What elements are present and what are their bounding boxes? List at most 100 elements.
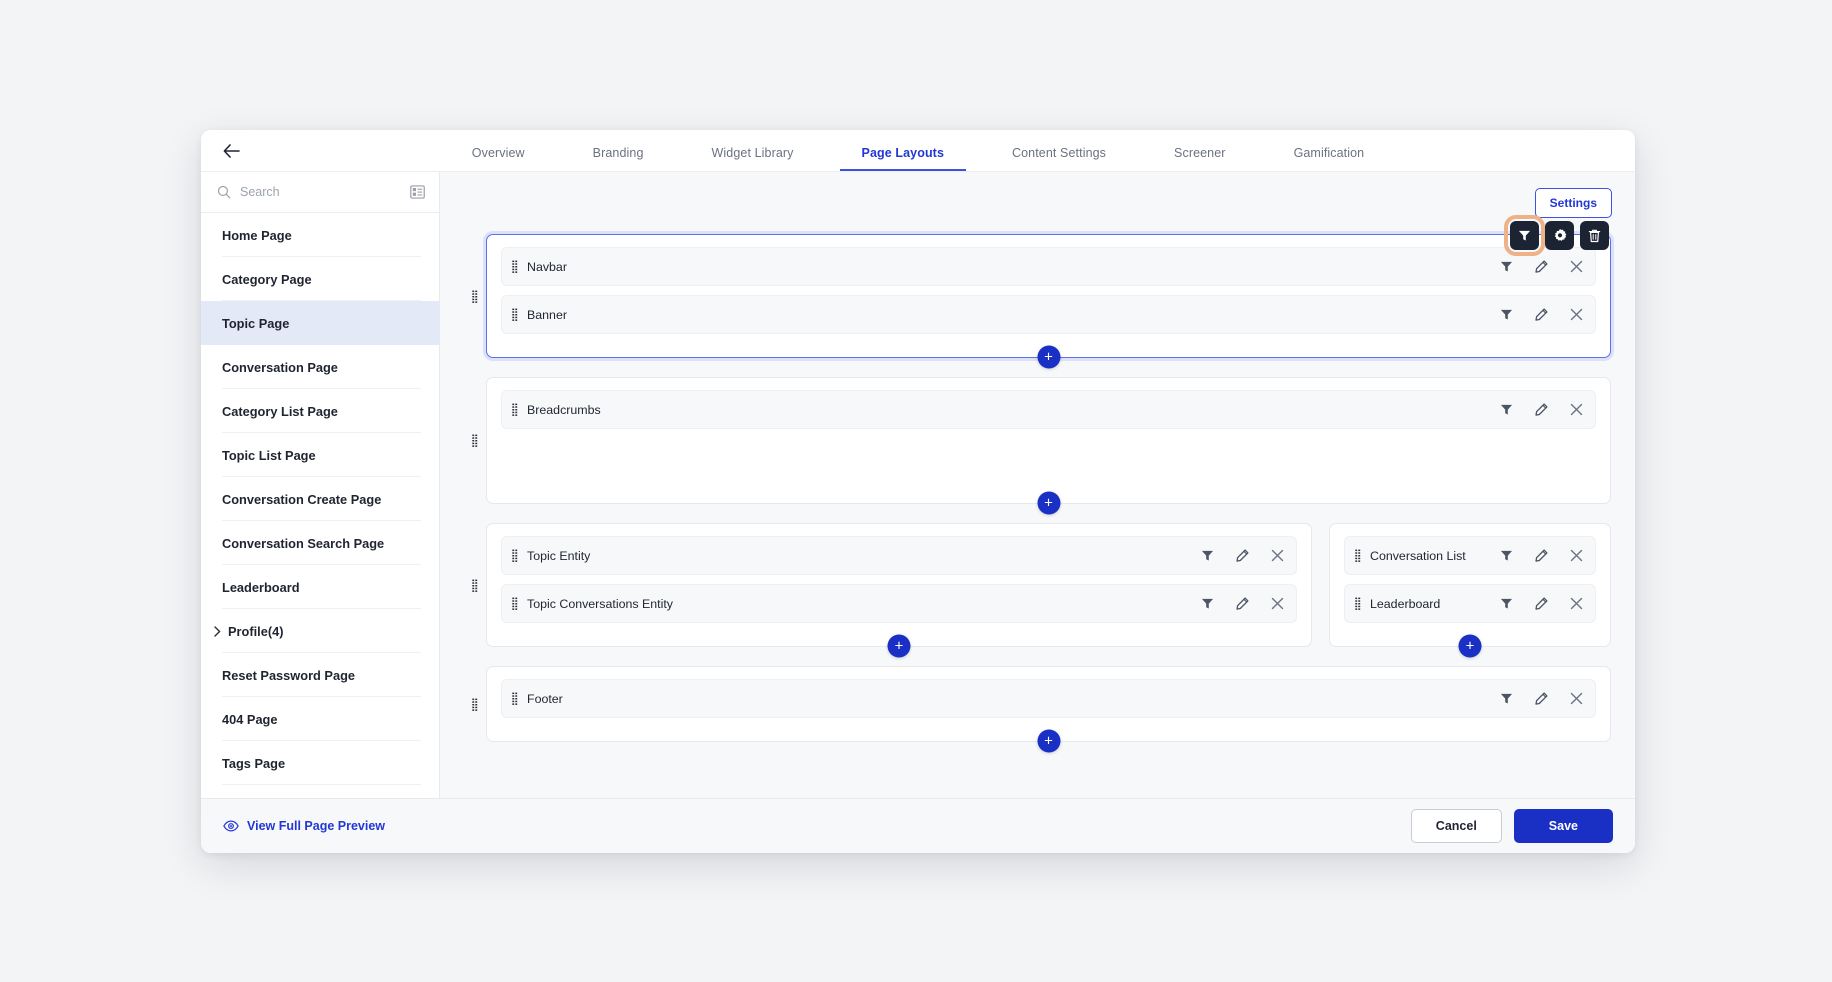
filter-button[interactable] — [1500, 403, 1513, 416]
widget-drag-handle[interactable] — [1355, 597, 1361, 610]
sidebar-item-conversation-create-page[interactable]: Conversation Create Page — [201, 477, 439, 521]
widget-drag-handle[interactable] — [512, 549, 518, 562]
settings-button[interactable]: Settings — [1534, 188, 1612, 218]
close-button[interactable] — [1570, 597, 1583, 610]
section-column[interactable]: Breadcrumbs + — [486, 377, 1611, 515]
sidebar-item-label: Tags Page — [222, 755, 286, 771]
widget-label: Banner — [527, 307, 567, 322]
tab-page-layouts[interactable]: Page Layouts — [839, 146, 967, 171]
filter-button[interactable] — [1500, 549, 1513, 562]
widget-row[interactable]: Breadcrumbs — [501, 390, 1596, 429]
sidebar-item-home-page[interactable]: Home Page — [201, 213, 439, 257]
widget-label: Topic Entity — [527, 548, 591, 563]
filter-button[interactable] — [1500, 260, 1513, 273]
chevron-right-icon[interactable] — [211, 625, 224, 637]
close-button[interactable] — [1570, 308, 1583, 321]
close-button[interactable] — [1570, 403, 1583, 416]
close-icon — [1570, 403, 1583, 416]
search-input[interactable] — [240, 185, 401, 199]
close-button[interactable] — [1570, 260, 1583, 273]
tab-branding[interactable]: Branding — [593, 146, 644, 171]
sidebar-item-404-page[interactable]: 404 Page — [201, 697, 439, 741]
filter-icon — [1500, 550, 1513, 561]
section-drag-handle[interactable] — [464, 234, 486, 358]
layout-panel-icon[interactable] — [410, 185, 425, 199]
widget-row[interactable]: Leaderboard — [1344, 584, 1596, 623]
pencil-button[interactable] — [1535, 260, 1548, 273]
filter-button[interactable] — [1201, 597, 1214, 610]
widget-drag-handle[interactable] — [1355, 549, 1361, 562]
filter-button[interactable] — [1500, 597, 1513, 610]
pencil-button[interactable] — [1535, 597, 1548, 610]
close-button[interactable] — [1271, 549, 1284, 562]
filter-icon-button[interactable] — [1504, 215, 1545, 256]
sidebar-item-category-list-page[interactable]: Category List Page — [201, 389, 439, 433]
sidebar-item-conversation-page[interactable]: Conversation Page — [201, 345, 439, 389]
tab-screener[interactable]: Screener — [1174, 146, 1226, 171]
section-column[interactable]: Conversation List Leaderboard + — [1329, 523, 1611, 658]
widget-row[interactable]: Footer — [501, 679, 1596, 718]
filter-button[interactable] — [1201, 549, 1214, 562]
sidebar-item-label: Conversation Search Page — [222, 535, 385, 551]
sidebar-item-topic-list-page[interactable]: Topic List Page — [201, 433, 439, 477]
sidebar-item-category-page[interactable]: Category Page — [201, 257, 439, 301]
back-button[interactable] — [211, 131, 251, 171]
sidebar-item-conversation-search-page[interactable]: Conversation Search Page — [201, 521, 439, 565]
section-drag-handle[interactable] — [464, 666, 486, 742]
widget-row[interactable]: Navbar — [501, 247, 1596, 286]
pencil-button[interactable] — [1236, 597, 1249, 610]
section-drag-handle[interactable] — [464, 523, 486, 647]
widget-row[interactable]: Banner — [501, 295, 1596, 334]
filter-icon — [1500, 598, 1513, 609]
widget-row[interactable]: Topic Entity — [501, 536, 1297, 575]
section-column[interactable]: Topic Entity Topic Conversations Entity + — [486, 523, 1312, 658]
gear-icon-button[interactable] — [1545, 221, 1574, 250]
cancel-button[interactable]: Cancel — [1410, 809, 1502, 843]
tab-widget-library[interactable]: Widget Library — [712, 146, 794, 171]
widget-drag-handle[interactable] — [512, 403, 518, 416]
filter-button[interactable] — [1500, 308, 1513, 321]
filter-button[interactable] — [1500, 692, 1513, 705]
add-widget-button[interactable]: + — [1037, 491, 1060, 515]
view-full-page-preview-link[interactable]: View Full Page Preview — [223, 819, 385, 833]
close-button[interactable] — [1570, 692, 1583, 705]
section-drag-handle[interactable] — [464, 377, 486, 504]
widget-row[interactable]: Conversation List — [1344, 536, 1596, 575]
pencil-icon — [1535, 308, 1548, 321]
pencil-button[interactable] — [1535, 403, 1548, 416]
sidebar-item-topic-page[interactable]: Topic Page — [201, 301, 439, 345]
sidebar-item-reset-password-page[interactable]: Reset Password Page — [201, 653, 439, 697]
pencil-button[interactable] — [1535, 308, 1548, 321]
add-widget-button[interactable]: + — [1458, 634, 1482, 658]
sidebar-item-tags-page[interactable]: Tags Page — [201, 741, 439, 785]
tab-label: Content Settings — [1012, 146, 1107, 160]
add-widget-button[interactable]: + — [887, 634, 911, 658]
sidebar-item-profile-4-[interactable]: Profile(4) — [201, 609, 439, 653]
widget-drag-handle[interactable] — [512, 692, 518, 705]
widget-drag-handle[interactable] — [512, 260, 518, 273]
section-column[interactable]: Navbar Banner + — [486, 234, 1611, 369]
pencil-button[interactable] — [1535, 549, 1548, 562]
widget-row-actions — [1500, 692, 1583, 705]
widget-drag-handle[interactable] — [512, 597, 518, 610]
tab-content-settings[interactable]: Content Settings — [1012, 146, 1106, 171]
close-button[interactable] — [1271, 597, 1284, 610]
layout-section: Topic Entity Topic Conversations Entity + C… — [464, 523, 1611, 658]
close-button[interactable] — [1570, 549, 1583, 562]
widget-drag-handle[interactable] — [512, 308, 518, 321]
sidebar-item-label: Category Page — [222, 271, 312, 287]
layout-sections: Navbar Banner + Breadcrumbs + Topic Entity Top… — [440, 172, 1635, 798]
pencil-icon — [1236, 597, 1249, 610]
section-column[interactable]: Footer + — [486, 666, 1611, 753]
sidebar-item-leaderboard[interactable]: Leaderboard — [201, 565, 439, 609]
sidebar-item-label: Topic List Page — [222, 447, 316, 463]
widget-row[interactable]: Topic Conversations Entity — [501, 584, 1297, 623]
add-widget-button[interactable]: + — [1037, 729, 1060, 753]
tab-gamification[interactable]: Gamification — [1294, 146, 1365, 171]
trash-icon-button[interactable] — [1580, 221, 1609, 250]
save-button[interactable]: Save — [1513, 809, 1613, 843]
add-widget-button[interactable]: + — [1037, 345, 1060, 369]
pencil-button[interactable] — [1535, 692, 1548, 705]
tab-overview[interactable]: Overview — [472, 146, 525, 171]
pencil-button[interactable] — [1236, 549, 1249, 562]
